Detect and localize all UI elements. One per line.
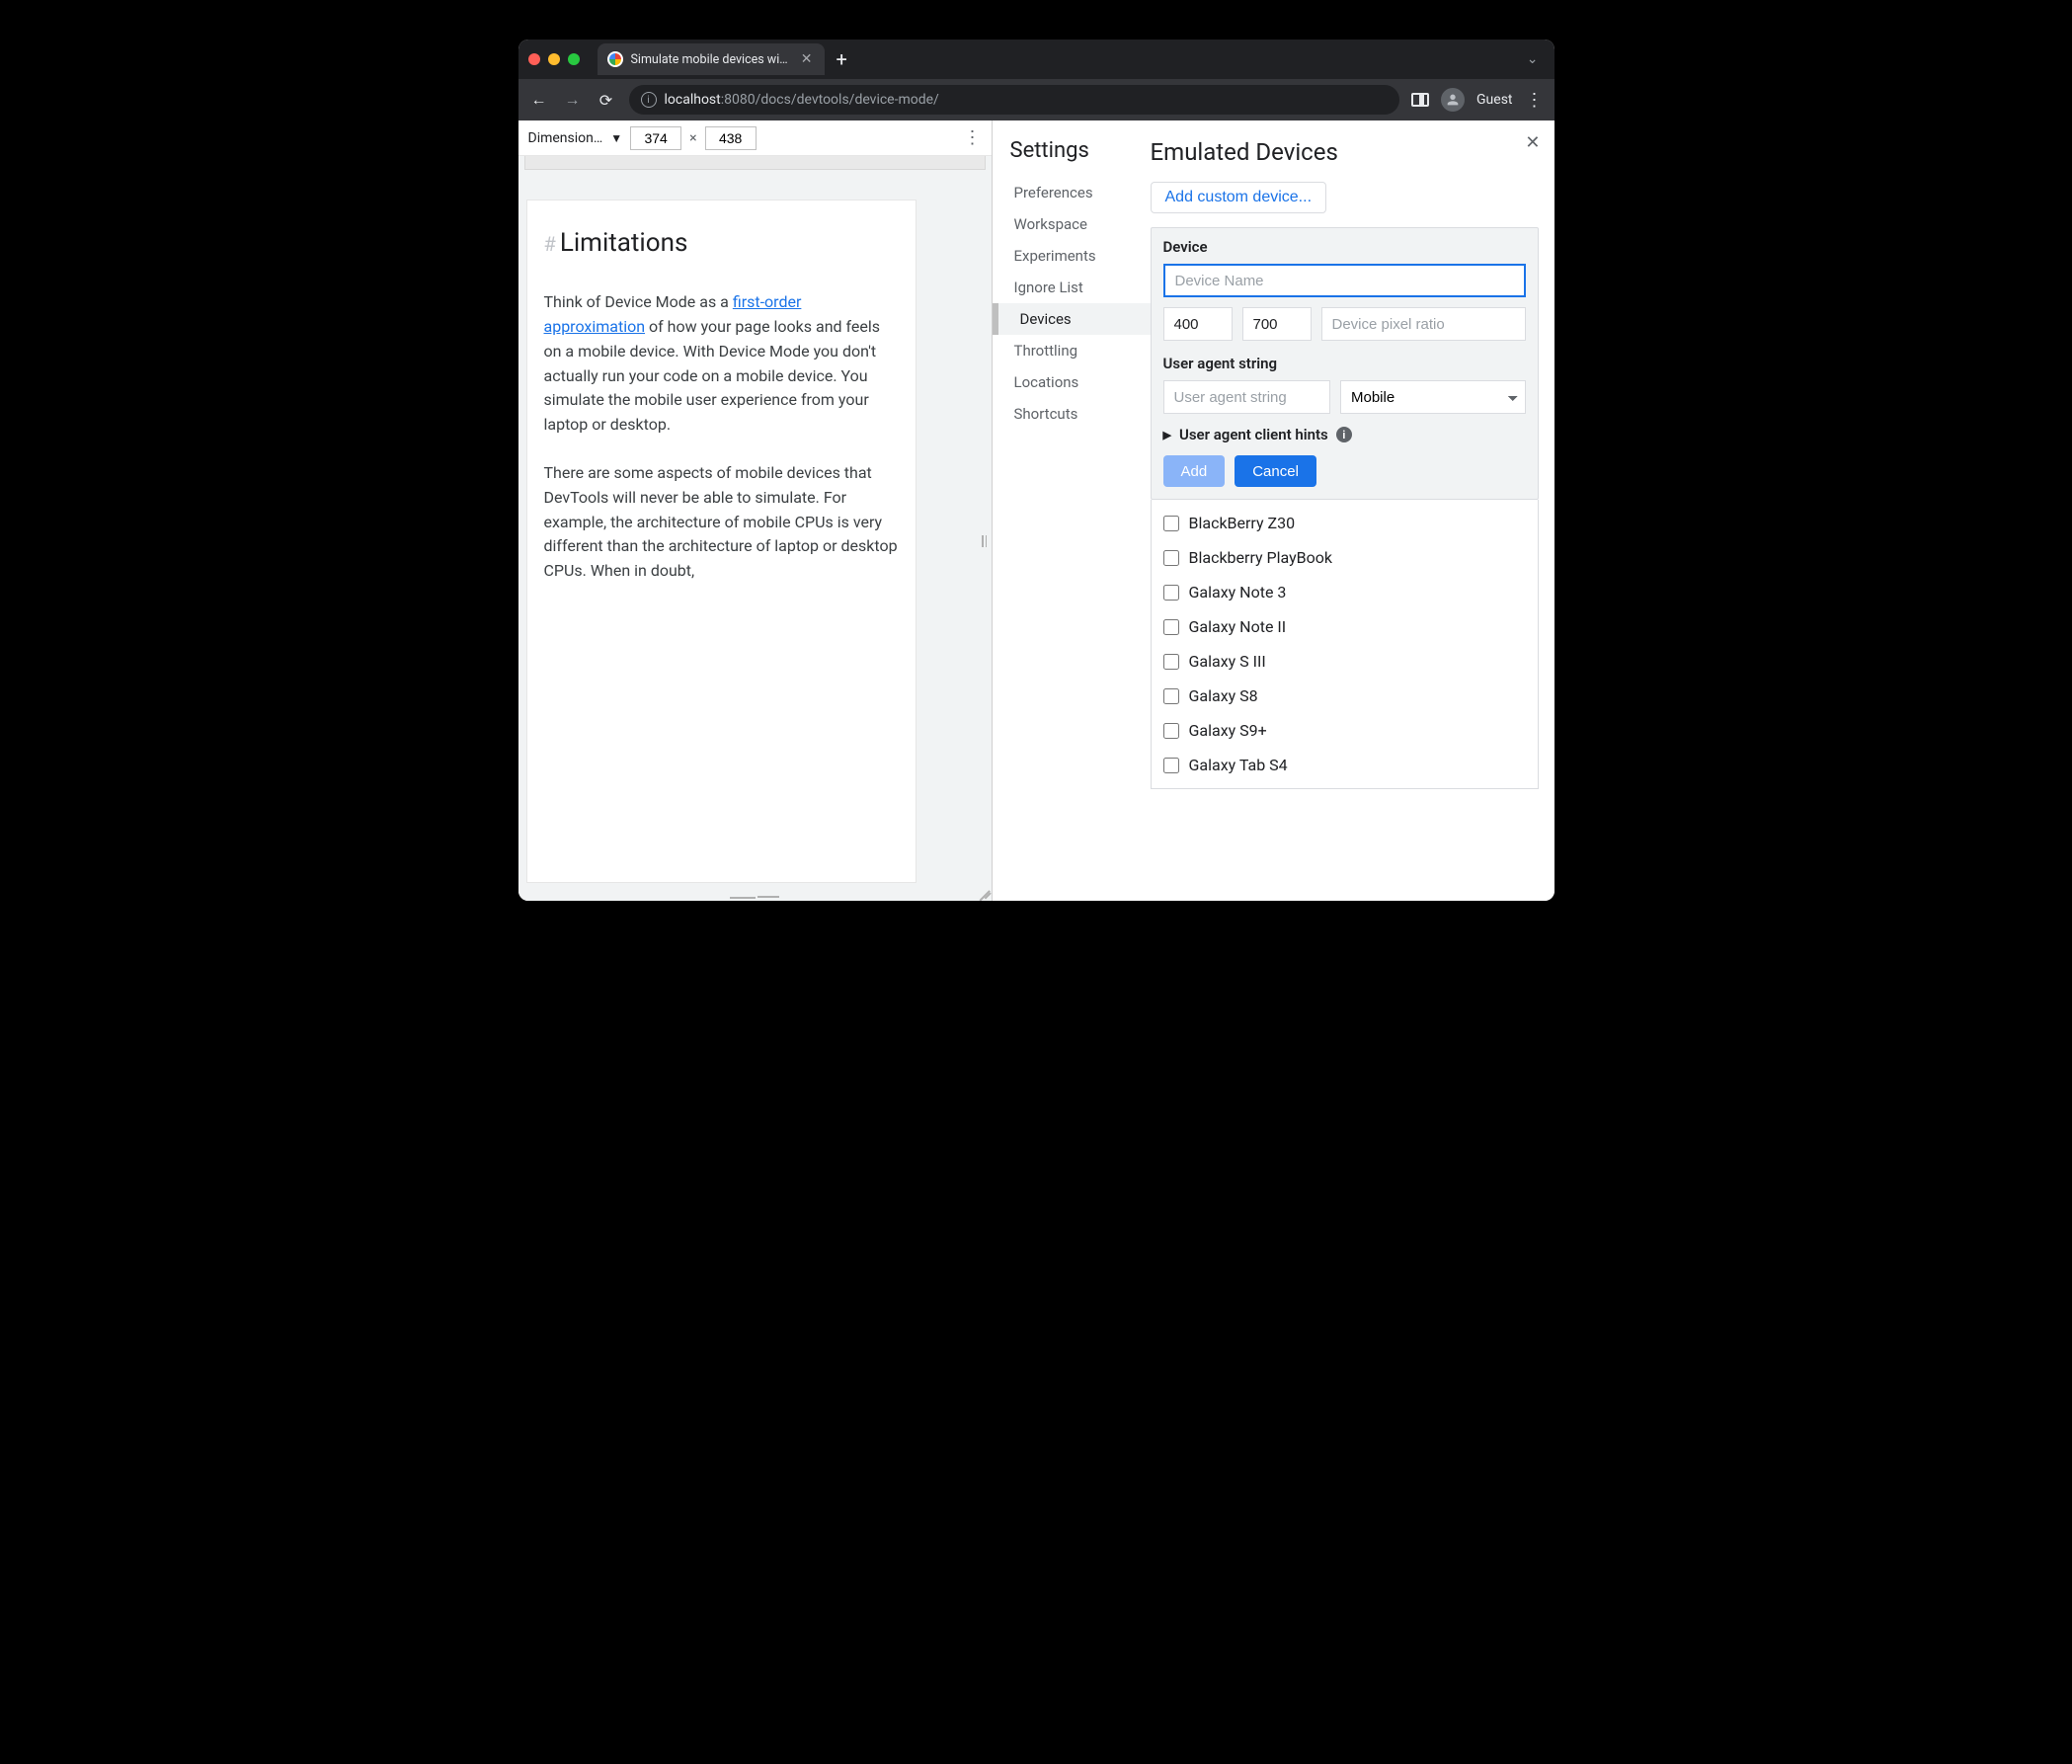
page-paragraph: Think of Device Mode as a first-order ap… bbox=[544, 290, 899, 438]
device-checkbox[interactable] bbox=[1163, 688, 1179, 704]
nav-forward-button[interactable]: → bbox=[562, 90, 584, 110]
new-tab-button[interactable]: + bbox=[825, 47, 859, 71]
device-section-label: Device bbox=[1163, 238, 1526, 256]
device-list-item[interactable]: BlackBerry Z30 bbox=[1152, 506, 1538, 540]
settings-nav-throttling[interactable]: Throttling bbox=[1010, 335, 1151, 366]
window-minimize-button[interactable] bbox=[548, 53, 560, 65]
device-list-item[interactable]: Galaxy Note 3 bbox=[1152, 575, 1538, 609]
user-agent-input[interactable] bbox=[1163, 380, 1331, 414]
chrome-favicon-icon bbox=[607, 51, 623, 67]
toolbar: ← → ⟳ i localhost:8080/docs/devtools/dev… bbox=[518, 79, 1554, 120]
dimension-dropdown-label: Dimension… bbox=[528, 130, 603, 146]
device-name-label: Blackberry PlayBook bbox=[1189, 548, 1333, 567]
tab-title: Simulate mobile devices with D bbox=[631, 52, 791, 67]
settings-nav-preferences[interactable]: Preferences bbox=[1010, 177, 1151, 208]
settings-nav-experiments[interactable]: Experiments bbox=[1010, 240, 1151, 272]
device-name-label: Galaxy Note II bbox=[1189, 617, 1287, 636]
device-checkbox[interactable] bbox=[1163, 723, 1179, 739]
device-height-input[interactable] bbox=[1242, 307, 1312, 341]
settings-nav-locations[interactable]: Locations bbox=[1010, 366, 1151, 398]
device-list-item[interactable]: Blackberry PlayBook bbox=[1152, 540, 1538, 575]
nav-reload-button[interactable]: ⟳ bbox=[596, 91, 617, 110]
window-controls bbox=[528, 53, 580, 65]
settings-nav-workspace[interactable]: Workspace bbox=[1010, 208, 1151, 240]
device-list-item[interactable]: Galaxy Note II bbox=[1152, 609, 1538, 644]
browser-menu-button[interactable]: ⋮ bbox=[1525, 90, 1545, 111]
device-name-label: BlackBerry Z30 bbox=[1189, 514, 1296, 532]
url-text: localhost:8080/docs/devtools/device-mode… bbox=[665, 92, 939, 108]
custom-device-form: Device User agent string Mobile bbox=[1151, 227, 1539, 500]
window-close-button[interactable] bbox=[528, 53, 540, 65]
user-agent-type-select[interactable]: Mobile bbox=[1340, 380, 1526, 414]
device-toolbar: Dimension… ▼ × ⋮ bbox=[518, 120, 992, 156]
devtools-settings-pane: ✕ Settings PreferencesWorkspaceExperimen… bbox=[993, 120, 1554, 901]
settings-sidebar: Settings PreferencesWorkspaceExperiments… bbox=[993, 120, 1151, 901]
horizontal-ruler bbox=[524, 156, 986, 170]
settings-nav-shortcuts[interactable]: Shortcuts bbox=[1010, 398, 1151, 430]
settings-title: Settings bbox=[1010, 138, 1151, 163]
device-name-label: Galaxy S9+ bbox=[1189, 721, 1267, 740]
device-toolbar-menu-button[interactable]: ⋮ bbox=[964, 127, 982, 148]
dimension-separator: × bbox=[689, 130, 696, 146]
device-list-item[interactable]: Galaxy S III bbox=[1152, 644, 1538, 679]
address-bar[interactable]: i localhost:8080/docs/devtools/device-mo… bbox=[629, 85, 1400, 115]
device-list: BlackBerry Z30 Blackberry PlayBook Galaxy … bbox=[1151, 500, 1539, 789]
settings-close-button[interactable]: ✕ bbox=[1525, 132, 1540, 153]
profile-avatar-icon[interactable] bbox=[1441, 88, 1465, 112]
resize-corner-icon[interactable] bbox=[976, 885, 990, 899]
device-list-item[interactable]: Galaxy S9+ bbox=[1152, 713, 1538, 748]
titlebar: Simulate mobile devices with D ✕ + ⌄ bbox=[518, 40, 1554, 79]
device-width-input[interactable] bbox=[1163, 307, 1233, 341]
dimension-dropdown-caret-icon[interactable]: ▼ bbox=[610, 131, 622, 145]
device-mode-pane: Dimension… ▼ × ⋮ #Limitations Think of D… bbox=[518, 120, 993, 901]
device-checkbox[interactable] bbox=[1163, 550, 1179, 566]
device-checkbox[interactable] bbox=[1163, 516, 1179, 531]
device-checkbox[interactable] bbox=[1163, 758, 1179, 773]
viewport-width-input[interactable] bbox=[630, 126, 681, 150]
device-checkbox[interactable] bbox=[1163, 619, 1179, 635]
device-list-item[interactable]: Galaxy Tab S4 bbox=[1152, 748, 1538, 782]
device-name-label: Galaxy S8 bbox=[1189, 686, 1258, 705]
tabs-overflow-button[interactable]: ⌄ bbox=[1521, 51, 1545, 67]
side-panel-icon[interactable] bbox=[1411, 93, 1429, 107]
profile-label: Guest bbox=[1476, 92, 1512, 108]
add-custom-device-button[interactable]: Add custom device... bbox=[1151, 182, 1327, 213]
add-device-button[interactable]: Add bbox=[1163, 455, 1226, 487]
info-icon[interactable]: i bbox=[1336, 427, 1352, 442]
site-info-icon[interactable]: i bbox=[641, 92, 657, 108]
disclosure-triangle-icon: ▶ bbox=[1163, 429, 1171, 441]
device-name-label: Galaxy Note 3 bbox=[1189, 583, 1287, 601]
emulated-viewport[interactable]: #Limitations Think of Device Mode as a f… bbox=[526, 200, 916, 883]
device-name-label: Galaxy S III bbox=[1189, 652, 1266, 671]
vertical-resize-handle[interactable] bbox=[978, 200, 992, 883]
settings-nav-ignore-list[interactable]: Ignore List bbox=[1010, 272, 1151, 303]
window-maximize-button[interactable] bbox=[568, 53, 580, 65]
settings-nav-devices[interactable]: Devices bbox=[993, 303, 1151, 335]
device-list-item[interactable]: Galaxy S8 bbox=[1152, 679, 1538, 713]
page-heading: #Limitations bbox=[544, 223, 899, 263]
device-name-input[interactable] bbox=[1163, 264, 1526, 297]
nav-back-button[interactable]: ← bbox=[528, 90, 550, 110]
device-name-label: Galaxy Tab S4 bbox=[1189, 756, 1288, 774]
tab-close-icon[interactable]: ✕ bbox=[799, 51, 815, 67]
device-checkbox[interactable] bbox=[1163, 654, 1179, 670]
ua-client-hints-toggle[interactable]: ▶ User agent client hints i bbox=[1163, 426, 1526, 443]
ua-section-label: User agent string bbox=[1163, 355, 1526, 372]
browser-window: Simulate mobile devices with D ✕ + ⌄ ← →… bbox=[518, 40, 1554, 901]
viewport-container: #Limitations Think of Device Mode as a f… bbox=[518, 170, 992, 893]
heading-anchor-icon[interactable]: # bbox=[544, 232, 556, 256]
viewport-height-input[interactable] bbox=[705, 126, 757, 150]
horizontal-resize-handle[interactable] bbox=[518, 893, 992, 901]
device-checkbox[interactable] bbox=[1163, 585, 1179, 601]
browser-tab[interactable]: Simulate mobile devices with D ✕ bbox=[598, 43, 825, 75]
settings-content: Emulated Devices Add custom device... De… bbox=[1151, 120, 1554, 901]
cancel-button[interactable]: Cancel bbox=[1235, 455, 1316, 487]
device-pixel-ratio-input[interactable] bbox=[1321, 307, 1526, 341]
page-paragraph: There are some aspects of mobile devices… bbox=[544, 461, 899, 584]
content-area: Dimension… ▼ × ⋮ #Limitations Think of D… bbox=[518, 120, 1554, 901]
emulated-devices-title: Emulated Devices bbox=[1151, 138, 1539, 166]
